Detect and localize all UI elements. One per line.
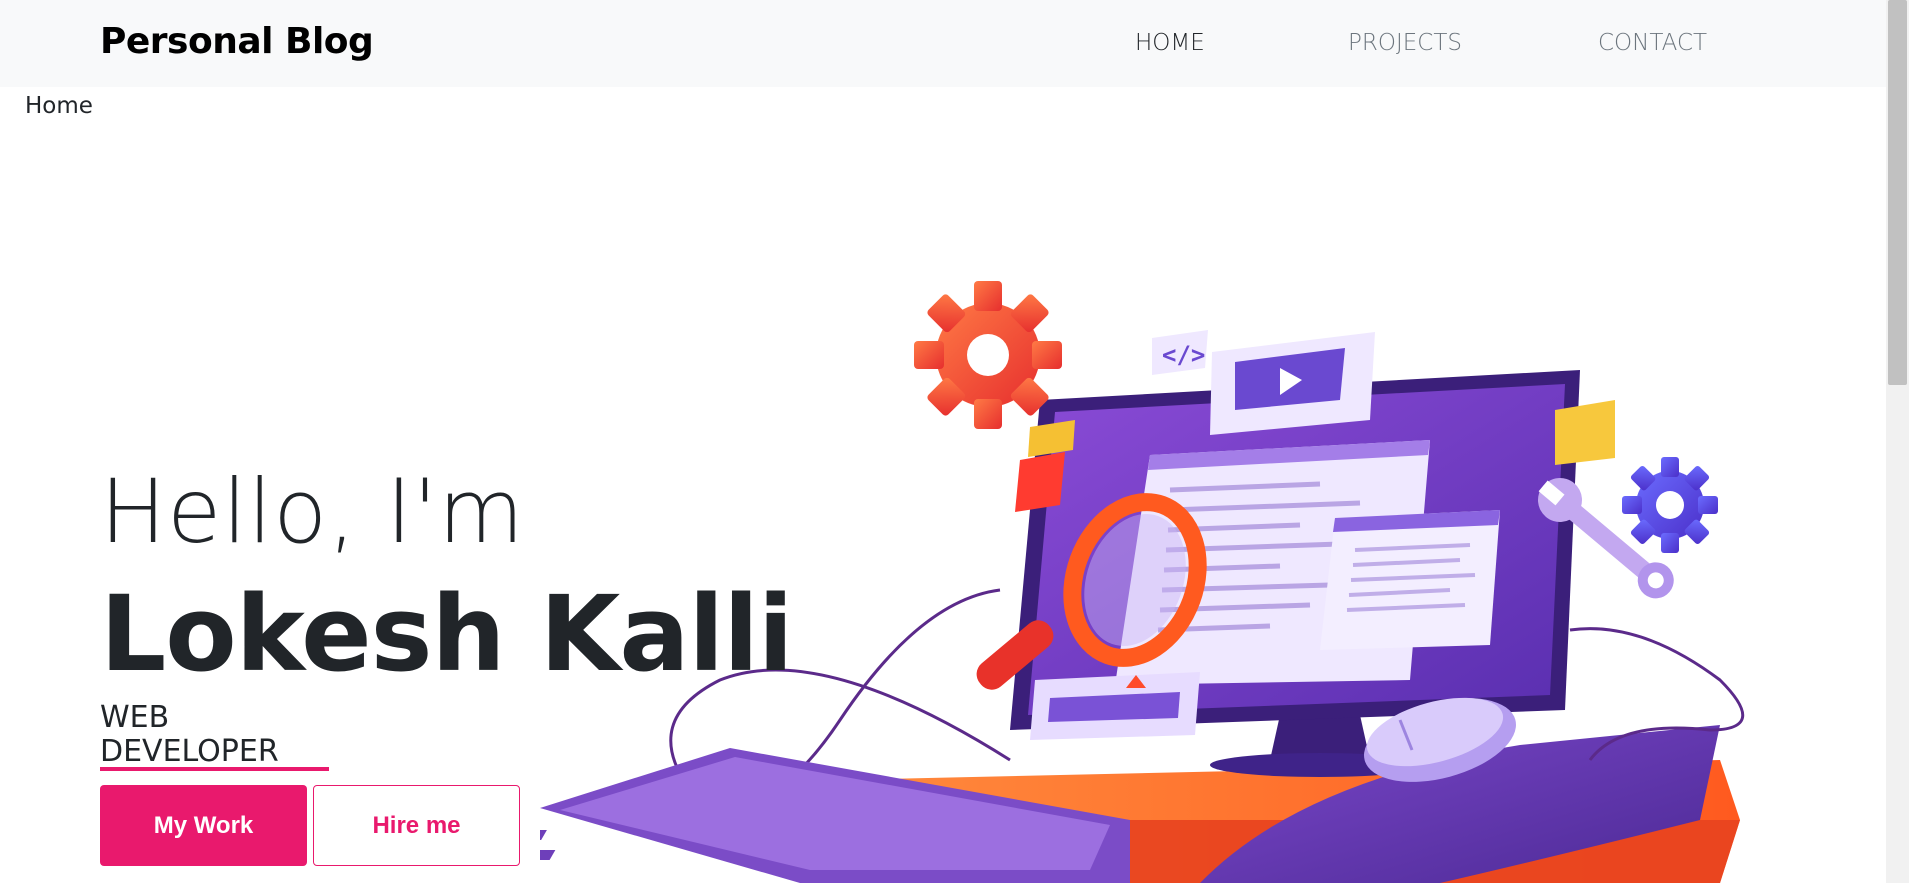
- hire-me-button[interactable]: Hire me: [313, 785, 520, 866]
- gear-icon: [914, 281, 1062, 429]
- scrollbar-thumb[interactable]: [1888, 0, 1907, 385]
- nav-link-contact[interactable]: CONTACT: [1598, 30, 1707, 56]
- hero-role-line1: WEB: [100, 700, 170, 735]
- hero-illustration: </>: [540, 281, 1745, 883]
- hero-role: WEB DEVELOPER: [100, 701, 279, 769]
- breadcrumb: Home: [25, 93, 93, 119]
- navbar: Personal Blog HOME PROJECTS CONTACT: [0, 0, 1886, 87]
- hero-role-line2: DEVELOPER: [100, 734, 279, 769]
- scrollbar[interactable]: [1886, 0, 1909, 883]
- keyboard-icon: [540, 748, 1130, 883]
- flag-red-left: [1015, 452, 1065, 512]
- my-work-button[interactable]: My Work: [100, 785, 307, 866]
- hero-name: Lokesh Kalli: [100, 573, 793, 695]
- nav-link-home[interactable]: HOME: [1135, 30, 1205, 56]
- role-underline: [100, 767, 329, 771]
- nav-link-projects[interactable]: PROJECTS: [1348, 30, 1462, 56]
- svg-text:</>: </>: [1162, 341, 1205, 369]
- flag-yellow-right: [1555, 400, 1615, 465]
- hero-greeting: Hello, I'm: [100, 460, 525, 563]
- gear-icon-small: [1622, 457, 1718, 553]
- brand-logo[interactable]: Personal Blog: [100, 21, 374, 62]
